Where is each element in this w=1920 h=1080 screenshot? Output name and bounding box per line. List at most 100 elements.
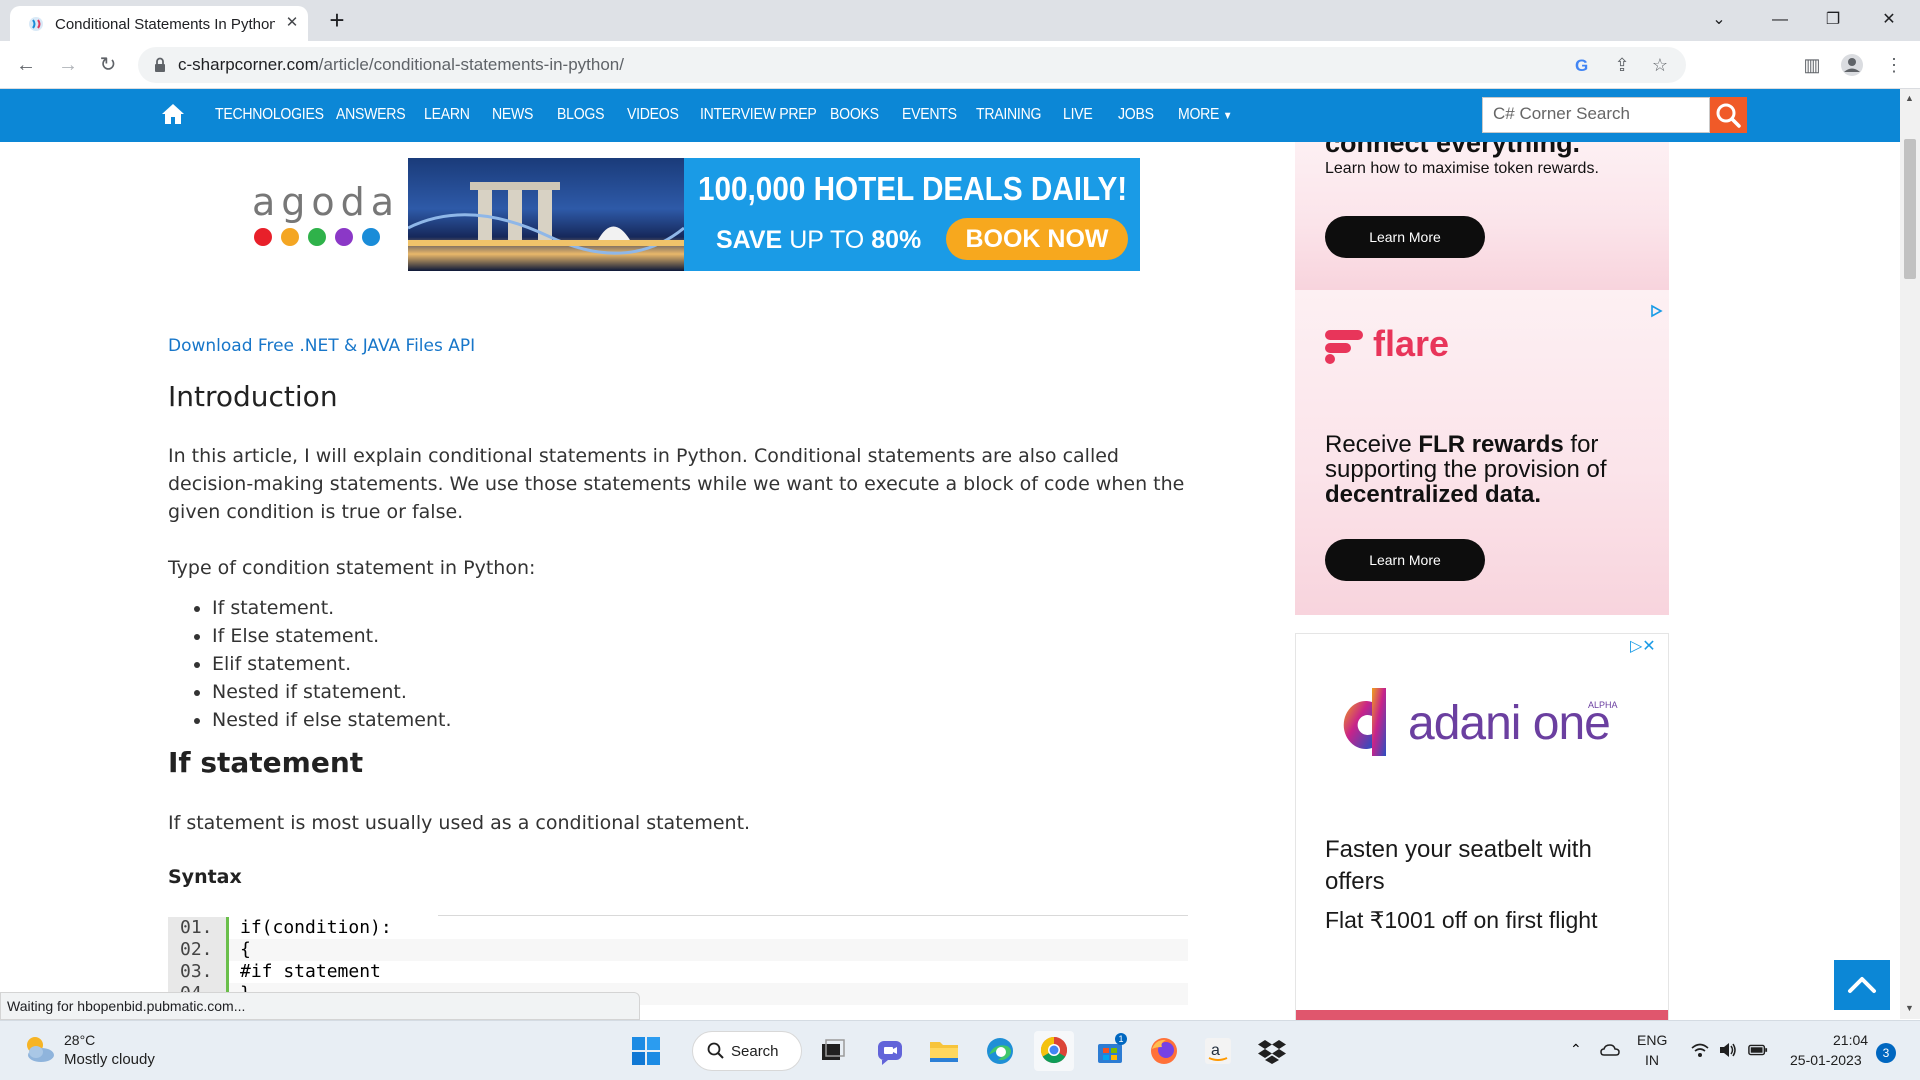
- svg-text:G: G: [1575, 56, 1588, 75]
- region-indicator[interactable]: IN: [1645, 1052, 1659, 1068]
- teams-chat-icon[interactable]: [870, 1031, 910, 1071]
- share-icon[interactable]: ⇪: [1608, 51, 1636, 79]
- line-number: 02.: [168, 939, 226, 961]
- weather-description[interactable]: Mostly cloudy: [64, 1051, 155, 1068]
- taskbar-search-button[interactable]: Search: [692, 1031, 802, 1071]
- nav-item-technologies[interactable]: TECHNOLOGIES: [215, 106, 324, 124]
- gutter-bar: [226, 917, 229, 939]
- windows-start-icon[interactable]: [630, 1035, 662, 1067]
- language-indicator[interactable]: ENG: [1637, 1032, 1667, 1048]
- home-icon[interactable]: [161, 103, 185, 125]
- bookmark-star-icon[interactable]: ☆: [1646, 51, 1674, 79]
- tab-search-chevron-icon[interactable]: ⌄: [1696, 4, 1742, 36]
- address-bar[interactable]: c-sharpcorner.com/article/conditional-st…: [138, 47, 1686, 83]
- side-panel-icon[interactable]: ▥: [1798, 51, 1826, 79]
- site-search-input[interactable]: [1483, 98, 1693, 130]
- browser-menu-icon[interactable]: ⋮: [1880, 51, 1908, 79]
- scroll-down-arrow-icon[interactable]: ▼: [1905, 1003, 1914, 1013]
- volume-icon[interactable]: [1718, 1041, 1738, 1059]
- nav-item-live[interactable]: LIVE: [1063, 106, 1093, 124]
- line-number: 03.: [168, 961, 226, 983]
- agoda-logo: agoda: [240, 158, 408, 271]
- nav-item-videos[interactable]: VIDEOS: [627, 106, 679, 124]
- side-ad-token-rewards[interactable]: connect everything. Learn how to maximis…: [1295, 142, 1669, 290]
- profile-avatar-icon[interactable]: [1838, 51, 1866, 79]
- banner-ad[interactable]: agoda 100,000 HOTEL DEALS DAILY! SAVE UP…: [240, 158, 1140, 271]
- dropbox-icon[interactable]: [1252, 1031, 1292, 1071]
- chrome-browser-icon[interactable]: [1034, 1031, 1074, 1071]
- microsoft-store-icon[interactable]: 1: [1090, 1031, 1130, 1071]
- new-tab-button[interactable]: +: [322, 6, 352, 36]
- restore-button[interactable]: ❐: [1810, 4, 1856, 36]
- logo-dot: [362, 228, 380, 246]
- alpha-label: ALPHA: [1588, 700, 1618, 710]
- clock-time[interactable]: 21:04: [1833, 1032, 1868, 1048]
- onedrive-cloud-icon[interactable]: [1600, 1041, 1620, 1059]
- scroll-up-arrow-icon[interactable]: ▲: [1905, 93, 1914, 103]
- url-text: c-sharpcorner.com/article/conditional-st…: [178, 55, 624, 75]
- adchoices-icon[interactable]: [1649, 304, 1663, 318]
- lock-icon[interactable]: [154, 57, 166, 73]
- browser-status-text: Waiting for hbopenbid.pubmatic.com...: [0, 992, 640, 1020]
- ad-cut-headline: connect everything.: [1325, 142, 1581, 158]
- nav-item-events[interactable]: EVENTS: [902, 106, 957, 124]
- browser-tab[interactable]: Conditional Statements In Python ✕: [10, 6, 308, 41]
- code-text: if(condition):: [240, 917, 392, 938]
- code-text: #if statement: [240, 961, 381, 982]
- cloudy-weather-icon[interactable]: [22, 1033, 56, 1065]
- amazon-icon[interactable]: a: [1198, 1031, 1238, 1071]
- chevron-up-icon[interactable]: ⌃: [1570, 1041, 1590, 1059]
- wifi-icon[interactable]: [1690, 1041, 1710, 1059]
- page-scrollbar[interactable]: ▲ ▼: [1900, 89, 1920, 1019]
- intro-paragraph: In this article, I will explain conditio…: [168, 445, 1185, 523]
- nav-item-training[interactable]: TRAINING: [976, 106, 1041, 124]
- tab-close-icon[interactable]: ✕: [282, 13, 302, 33]
- store-badge-count: 1: [1119, 1034, 1124, 1044]
- nav-item-more[interactable]: MORE ▼: [1178, 106, 1232, 124]
- nav-item-learn[interactable]: LEARN: [424, 106, 470, 124]
- nav-item-books[interactable]: BOOKS: [830, 106, 879, 124]
- nav-item-blogs[interactable]: BLOGS: [557, 106, 604, 124]
- search-icon[interactable]: [1710, 97, 1747, 133]
- nav-item-interview-prep[interactable]: INTERVIEW PREP: [700, 106, 817, 124]
- nav-item-answers[interactable]: ANSWERS: [336, 106, 406, 124]
- file-explorer-icon[interactable]: [924, 1031, 964, 1071]
- code-line: 03. #if statement: [168, 961, 1188, 983]
- nav-item-jobs[interactable]: JOBS: [1118, 106, 1154, 124]
- side-ad-flare[interactable]: flare Receive FLR rewards for supporting…: [1295, 290, 1669, 615]
- learn-more-button[interactable]: Learn More: [1325, 216, 1485, 258]
- battery-icon[interactable]: [1748, 1041, 1768, 1059]
- close-window-button[interactable]: ✕: [1866, 4, 1912, 36]
- url-host: c-sharpcorner.com: [178, 55, 319, 74]
- weather-temperature[interactable]: 28°C: [64, 1032, 95, 1048]
- notification-badge[interactable]: 3: [1876, 1043, 1896, 1063]
- firefox-icon[interactable]: [1144, 1031, 1184, 1071]
- ad-tagline: Fasten your seatbelt with offers: [1325, 836, 1592, 895]
- ad-headline: 100,000 HOTEL DEALS DAILY!: [698, 170, 1128, 207]
- book-now-button[interactable]: BOOK NOW: [946, 218, 1128, 260]
- scrollbar-thumb[interactable]: [1904, 139, 1916, 279]
- city-skyline-image: [408, 158, 685, 271]
- clock-date[interactable]: 25-01-2023: [1790, 1052, 1862, 1068]
- nav-item-news[interactable]: NEWS: [492, 106, 533, 124]
- list-item: Nested if statement.: [212, 678, 452, 706]
- code-text: {: [240, 939, 251, 960]
- adchoices-close-icon[interactable]: ▷✕: [1630, 636, 1656, 656]
- edge-browser-icon[interactable]: [980, 1031, 1020, 1071]
- back-to-top-icon[interactable]: [1834, 960, 1890, 1010]
- learn-more-button[interactable]: Learn More: [1325, 539, 1485, 581]
- site-search-box: [1482, 97, 1710, 133]
- google-lens-icon[interactable]: G: [1568, 51, 1596, 79]
- logo-dot: [254, 228, 272, 246]
- agoda-brand: agoda: [252, 180, 401, 224]
- code-line: 01. if(condition):: [168, 917, 1188, 939]
- task-view-icon[interactable]: [812, 1031, 852, 1071]
- reload-button[interactable]: ↻: [92, 49, 124, 81]
- download-api-link[interactable]: Download Free .NET & JAVA Files API: [168, 336, 475, 356]
- forward-button[interactable]: →: [52, 49, 84, 81]
- adani-brand: adani one: [1408, 697, 1611, 750]
- back-button[interactable]: ←: [10, 49, 42, 81]
- side-ad-adani-one[interactable]: ▷✕ adani one ALPHA Fasten your seatbelt …: [1295, 633, 1669, 1023]
- line-number: 01.: [168, 917, 226, 939]
- minimize-button[interactable]: —: [1757, 4, 1803, 36]
